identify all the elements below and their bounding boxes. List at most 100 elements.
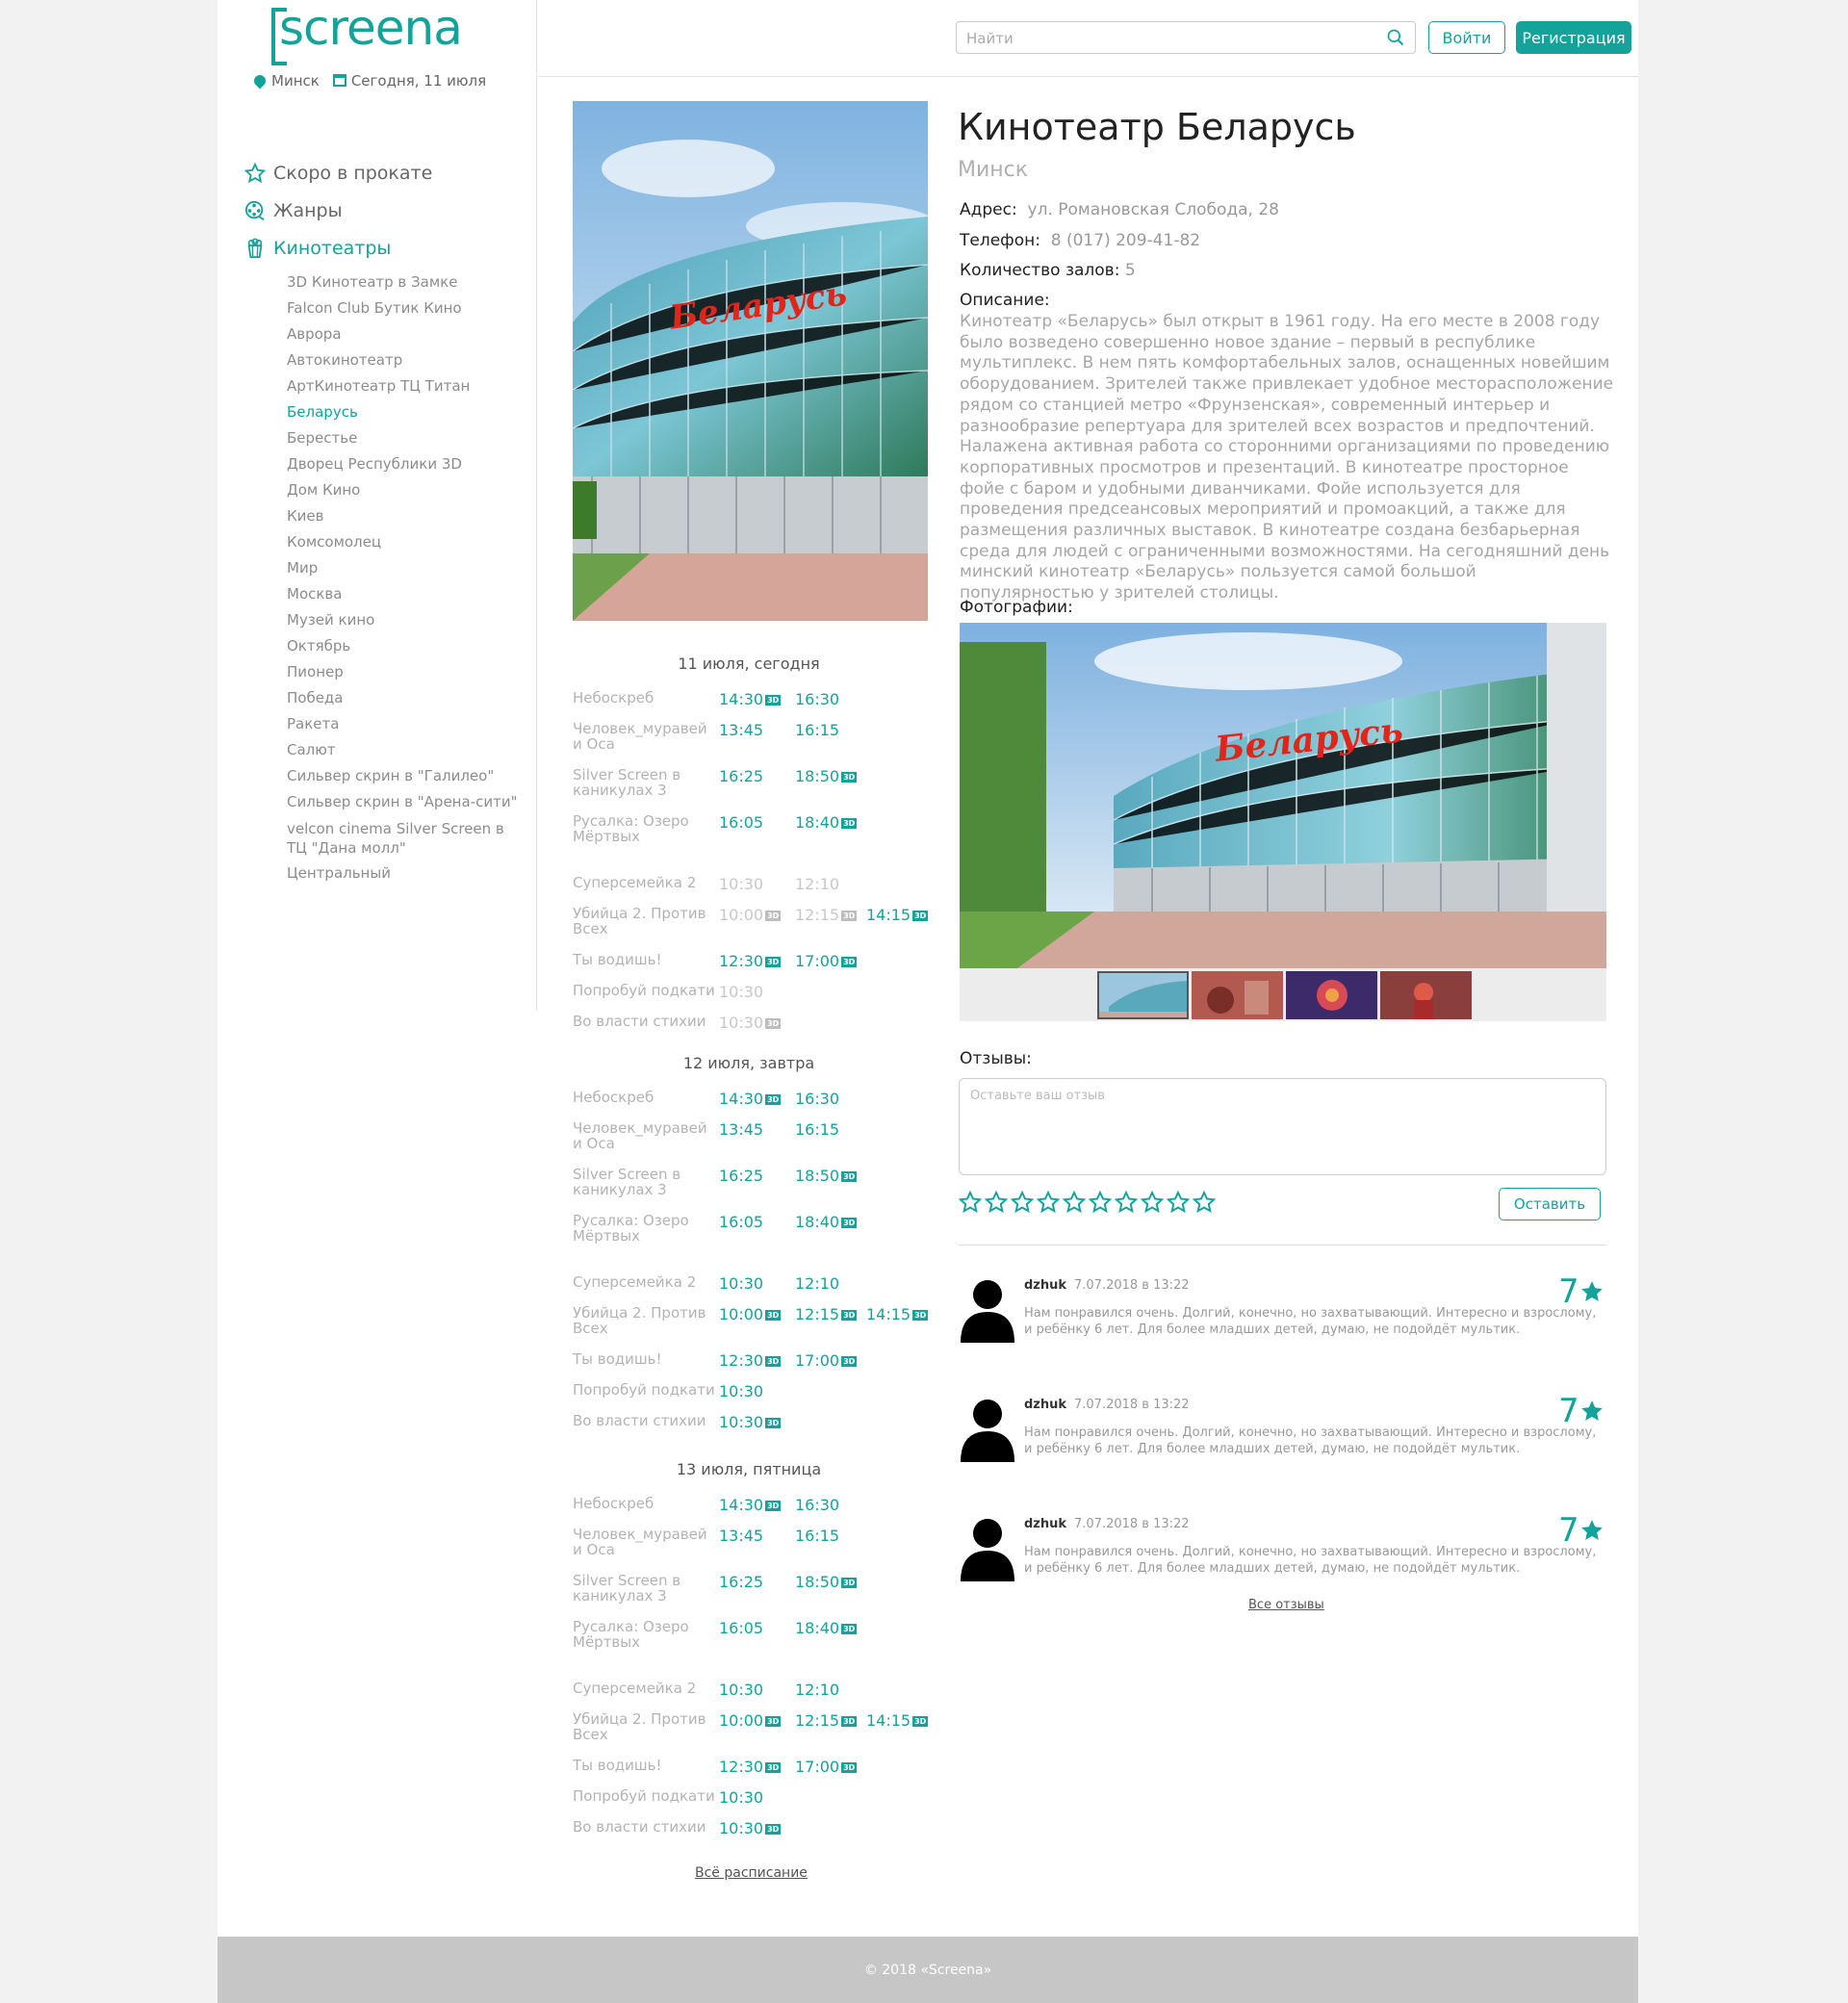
movie-title[interactable]: Silver Screen в каникулах 3 xyxy=(573,767,717,798)
showtime[interactable]: 14:30 3D xyxy=(719,1496,782,1514)
showtime[interactable]: 16:15 xyxy=(795,721,839,739)
search-input[interactable]: Найти xyxy=(956,21,1416,54)
cinema-list-item[interactable]: Комсомолец xyxy=(287,529,518,555)
cinema-list-item[interactable]: Музей кино xyxy=(287,607,518,633)
showtime[interactable]: 10:30 3D xyxy=(719,1819,782,1837)
showtime[interactable]: 10:30 xyxy=(719,1681,763,1699)
cinema-list-item[interactable]: Центральный xyxy=(287,860,518,886)
cinema-list-item[interactable]: Аврора xyxy=(287,321,518,347)
gallery-main-photo[interactable]: Беларусь xyxy=(960,623,1606,968)
showtime[interactable]: 16:05 xyxy=(719,1619,763,1637)
movie-title[interactable]: Silver Screen в каникулах 3 xyxy=(573,1167,717,1197)
showtime[interactable]: 12:15 3D xyxy=(795,1305,858,1323)
showtime[interactable]: 18:50 3D xyxy=(795,767,858,785)
showtime[interactable]: 18:40 3D xyxy=(795,1213,858,1231)
showtime[interactable]: 12:30 3D xyxy=(719,952,782,970)
cinema-list-item[interactable]: Москва xyxy=(287,581,518,607)
login-button[interactable]: Войти xyxy=(1428,21,1505,54)
gallery-thumbnail[interactable] xyxy=(1286,971,1377,1019)
cinema-list-item[interactable]: Берестье xyxy=(287,425,518,451)
movie-title[interactable]: Русалка: Озеро Мёртвых xyxy=(573,1213,717,1244)
showtime[interactable]: 12:10 xyxy=(795,1274,839,1293)
showtime[interactable]: 18:50 3D xyxy=(795,1167,858,1185)
cinema-list-item[interactable]: Дворец Республики 3D xyxy=(287,451,518,477)
showtime[interactable]: 10:00 3D xyxy=(719,1711,782,1730)
cinema-list-item[interactable]: Киев xyxy=(287,503,518,529)
movie-title[interactable]: Попробуй подкати xyxy=(573,983,717,998)
menu-item-genres[interactable]: Жанры xyxy=(244,192,432,229)
showtime[interactable]: 14:30 3D xyxy=(719,690,782,708)
showtime[interactable]: 10:30 xyxy=(719,875,763,893)
all-schedule-link[interactable]: Всё расписание xyxy=(695,1865,808,1881)
cinema-list-item[interactable]: 3D Кинотеатр в Замке xyxy=(287,270,518,295)
cinema-list-item[interactable]: Сильвер скрин в "Арена-сити" xyxy=(287,789,518,815)
showtime[interactable]: 16:30 xyxy=(795,1090,839,1108)
register-button[interactable]: Регистрация xyxy=(1516,21,1631,54)
review-textarea[interactable]: Оставьте ваш отзыв xyxy=(959,1078,1606,1175)
showtime[interactable]: 14:15 3D xyxy=(866,906,929,924)
cinema-list-item[interactable]: Falcon Club Бутик Кино xyxy=(287,295,518,321)
movie-title[interactable]: Русалка: Озеро Мёртвых xyxy=(573,813,717,844)
city-label[interactable]: Минск xyxy=(271,72,320,90)
movie-title[interactable]: Ты водишь! xyxy=(573,1758,717,1773)
movie-title[interactable]: Silver Screen в каникулах 3 xyxy=(573,1573,717,1604)
review-author[interactable]: dzhuk xyxy=(1024,1398,1066,1412)
showtime[interactable]: 17:00 3D xyxy=(795,952,858,970)
cinema-list-item[interactable]: Мир xyxy=(287,555,518,581)
movie-title[interactable]: Ты водишь! xyxy=(573,952,717,967)
cinema-list-item[interactable]: Салют xyxy=(287,737,518,763)
showtime[interactable]: 18:40 3D xyxy=(795,1619,858,1637)
showtime[interactable]: 10:30 xyxy=(719,1274,763,1293)
movie-title[interactable]: Суперсемейка 2 xyxy=(573,875,717,890)
movie-title[interactable]: Небоскреб xyxy=(573,1496,717,1511)
rating-star-icon[interactable] xyxy=(984,1190,1009,1218)
movie-title[interactable]: Попробуй подкати xyxy=(573,1382,717,1398)
showtime[interactable]: 16:15 xyxy=(795,1527,839,1545)
movie-title[interactable]: Убийца 2. Против Всех xyxy=(573,1711,717,1742)
showtime[interactable]: 16:30 xyxy=(795,1496,839,1514)
rating-star-icon[interactable] xyxy=(1062,1190,1087,1218)
movie-title[interactable]: Суперсемейка 2 xyxy=(573,1274,717,1290)
logo[interactable]: screena xyxy=(271,0,463,65)
showtime[interactable]: 13:45 xyxy=(719,721,763,739)
showtime[interactable]: 12:30 3D xyxy=(719,1758,782,1776)
menu-item-cinemas[interactable]: Кинотеатры xyxy=(244,229,432,267)
rating-star-icon[interactable] xyxy=(1036,1190,1061,1218)
movie-title[interactable]: Суперсемейка 2 xyxy=(573,1681,717,1696)
showtime[interactable]: 10:30 3D xyxy=(719,1413,782,1431)
cinema-list-item[interactable]: Дом Кино xyxy=(287,477,518,503)
showtime[interactable]: 10:30 xyxy=(719,1788,763,1807)
showtime[interactable]: 14:30 3D xyxy=(719,1090,782,1108)
movie-title[interactable]: Убийца 2. Против Всех xyxy=(573,906,717,937)
review-author[interactable]: dzhuk xyxy=(1024,1517,1066,1531)
cinema-list-item[interactable]: Победа xyxy=(287,685,518,711)
showtime[interactable]: 16:25 xyxy=(719,1167,763,1185)
showtime[interactable]: 14:15 3D xyxy=(866,1305,929,1323)
cinema-list-item[interactable]: Автокинотеатр xyxy=(287,347,518,373)
showtime[interactable]: 16:05 xyxy=(719,813,763,832)
search-icon[interactable] xyxy=(1386,28,1405,47)
showtime[interactable]: 16:05 xyxy=(719,1213,763,1231)
showtime[interactable]: 13:45 xyxy=(719,1120,763,1139)
all-reviews-link[interactable]: Все отзывы xyxy=(1248,1598,1324,1612)
cinema-list-item[interactable]: velcon cinema Silver Screen в ТЦ "Дана м… xyxy=(287,819,518,858)
showtime[interactable]: 13:45 xyxy=(719,1527,763,1545)
showtime[interactable]: 18:40 3D xyxy=(795,813,858,832)
showtime[interactable]: 10:00 3D xyxy=(719,1305,782,1323)
submit-review-button[interactable]: Оставить xyxy=(1499,1188,1601,1220)
rating-star-icon[interactable] xyxy=(1114,1190,1139,1218)
showtime[interactable]: 18:50 3D xyxy=(795,1573,858,1591)
review-author[interactable]: dzhuk xyxy=(1024,1278,1066,1293)
rating-star-icon[interactable] xyxy=(1088,1190,1113,1218)
showtime[interactable]: 12:15 3D xyxy=(795,906,858,924)
menu-item-coming-soon[interactable]: Скоро в прокате xyxy=(244,154,432,192)
movie-title[interactable]: Попробуй подкати xyxy=(573,1788,717,1804)
cinema-list-item[interactable]: Пионер xyxy=(287,659,518,685)
movie-title[interactable]: Небоскреб xyxy=(573,690,717,706)
movie-title[interactable]: Русалка: Озеро Мёртвых xyxy=(573,1619,717,1650)
date-label[interactable]: Сегодня, 11 июля xyxy=(351,72,486,90)
cinema-list-item[interactable]: Октябрь xyxy=(287,633,518,659)
movie-title[interactable]: Во власти стихии xyxy=(573,1014,717,1029)
movie-title[interactable]: Убийца 2. Против Всех xyxy=(573,1305,717,1336)
gallery-thumbnail[interactable] xyxy=(1380,971,1472,1019)
